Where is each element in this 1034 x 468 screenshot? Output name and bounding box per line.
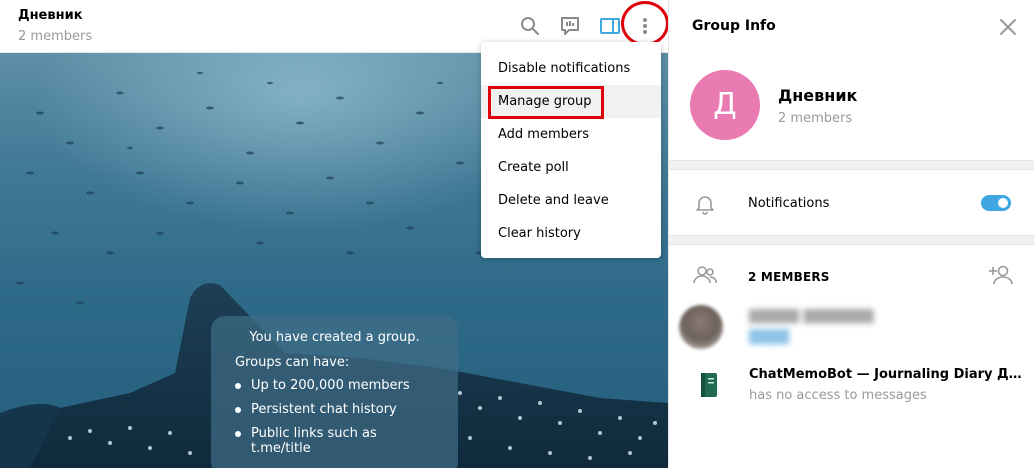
add-member-icon[interactable] xyxy=(989,264,1013,290)
members-header-label: 2 MEMBERS xyxy=(748,270,830,284)
panel-title: Group Info xyxy=(692,18,776,34)
group-name: Дневник xyxy=(778,86,858,105)
member-status: has no access to messages xyxy=(749,388,927,403)
sidebar-toggle-icon[interactable] xyxy=(598,14,622,38)
chat-title[interactable]: Дневник xyxy=(18,8,83,23)
service-message-item: Public links such as t.me/title xyxy=(235,426,434,456)
service-message-item: Up to 200,000 members xyxy=(235,378,434,393)
menu-item-clear-history[interactable]: Clear history xyxy=(481,217,661,250)
bell-icon xyxy=(695,193,715,219)
chat-subtitle: 2 members xyxy=(18,29,93,44)
members-icon xyxy=(693,265,717,289)
search-icon[interactable] xyxy=(518,14,542,38)
member-status: ████ xyxy=(749,330,789,345)
service-message-item: Persistent chat history xyxy=(235,402,434,417)
section-divider xyxy=(669,160,1034,170)
group-avatar[interactable]: Д xyxy=(690,70,760,140)
chat-actions-menu: Disable notifications Manage group Add m… xyxy=(481,42,661,258)
service-message-title: You have created a group. xyxy=(249,330,420,345)
notifications-toggle[interactable] xyxy=(981,195,1011,211)
section-divider xyxy=(669,235,1034,245)
member-name: █████ ███████ xyxy=(749,309,874,324)
menu-item-disable-notifications[interactable]: Disable notifications xyxy=(481,52,661,85)
pinned-messages-icon[interactable] xyxy=(558,14,582,38)
menu-item-create-poll[interactable]: Create poll xyxy=(481,151,661,184)
member-row[interactable]: ChatMemoBot — Journaling Diary Дне... ha… xyxy=(679,358,1034,412)
menu-item-delete-and-leave[interactable]: Delete and leave xyxy=(481,184,661,217)
service-message: You have created a group. Groups can hav… xyxy=(211,316,458,468)
service-message-subtitle: Groups can have: xyxy=(235,355,350,370)
notifications-label: Notifications xyxy=(748,196,830,211)
notifications-row[interactable]: Notifications xyxy=(669,171,1034,235)
menu-item-add-members[interactable]: Add members xyxy=(481,118,661,151)
close-icon[interactable] xyxy=(997,16,1019,38)
notebook-icon xyxy=(699,372,719,398)
member-row[interactable]: █████ ███████ ████ xyxy=(679,300,1034,354)
member-name: ChatMemoBot — Journaling Diary Дне... xyxy=(749,367,1029,382)
group-member-count: 2 members xyxy=(778,111,853,126)
members-section-header: 2 MEMBERS xyxy=(669,247,1034,297)
more-vertical-icon[interactable] xyxy=(633,14,657,38)
group-info-panel: Group Info Д Дневник 2 members Notificat… xyxy=(668,0,1034,468)
member-avatar xyxy=(679,305,723,349)
menu-item-label: Manage group xyxy=(498,94,592,109)
menu-item-manage-group[interactable]: Manage group xyxy=(481,85,661,119)
toggle-knob xyxy=(996,196,1010,210)
